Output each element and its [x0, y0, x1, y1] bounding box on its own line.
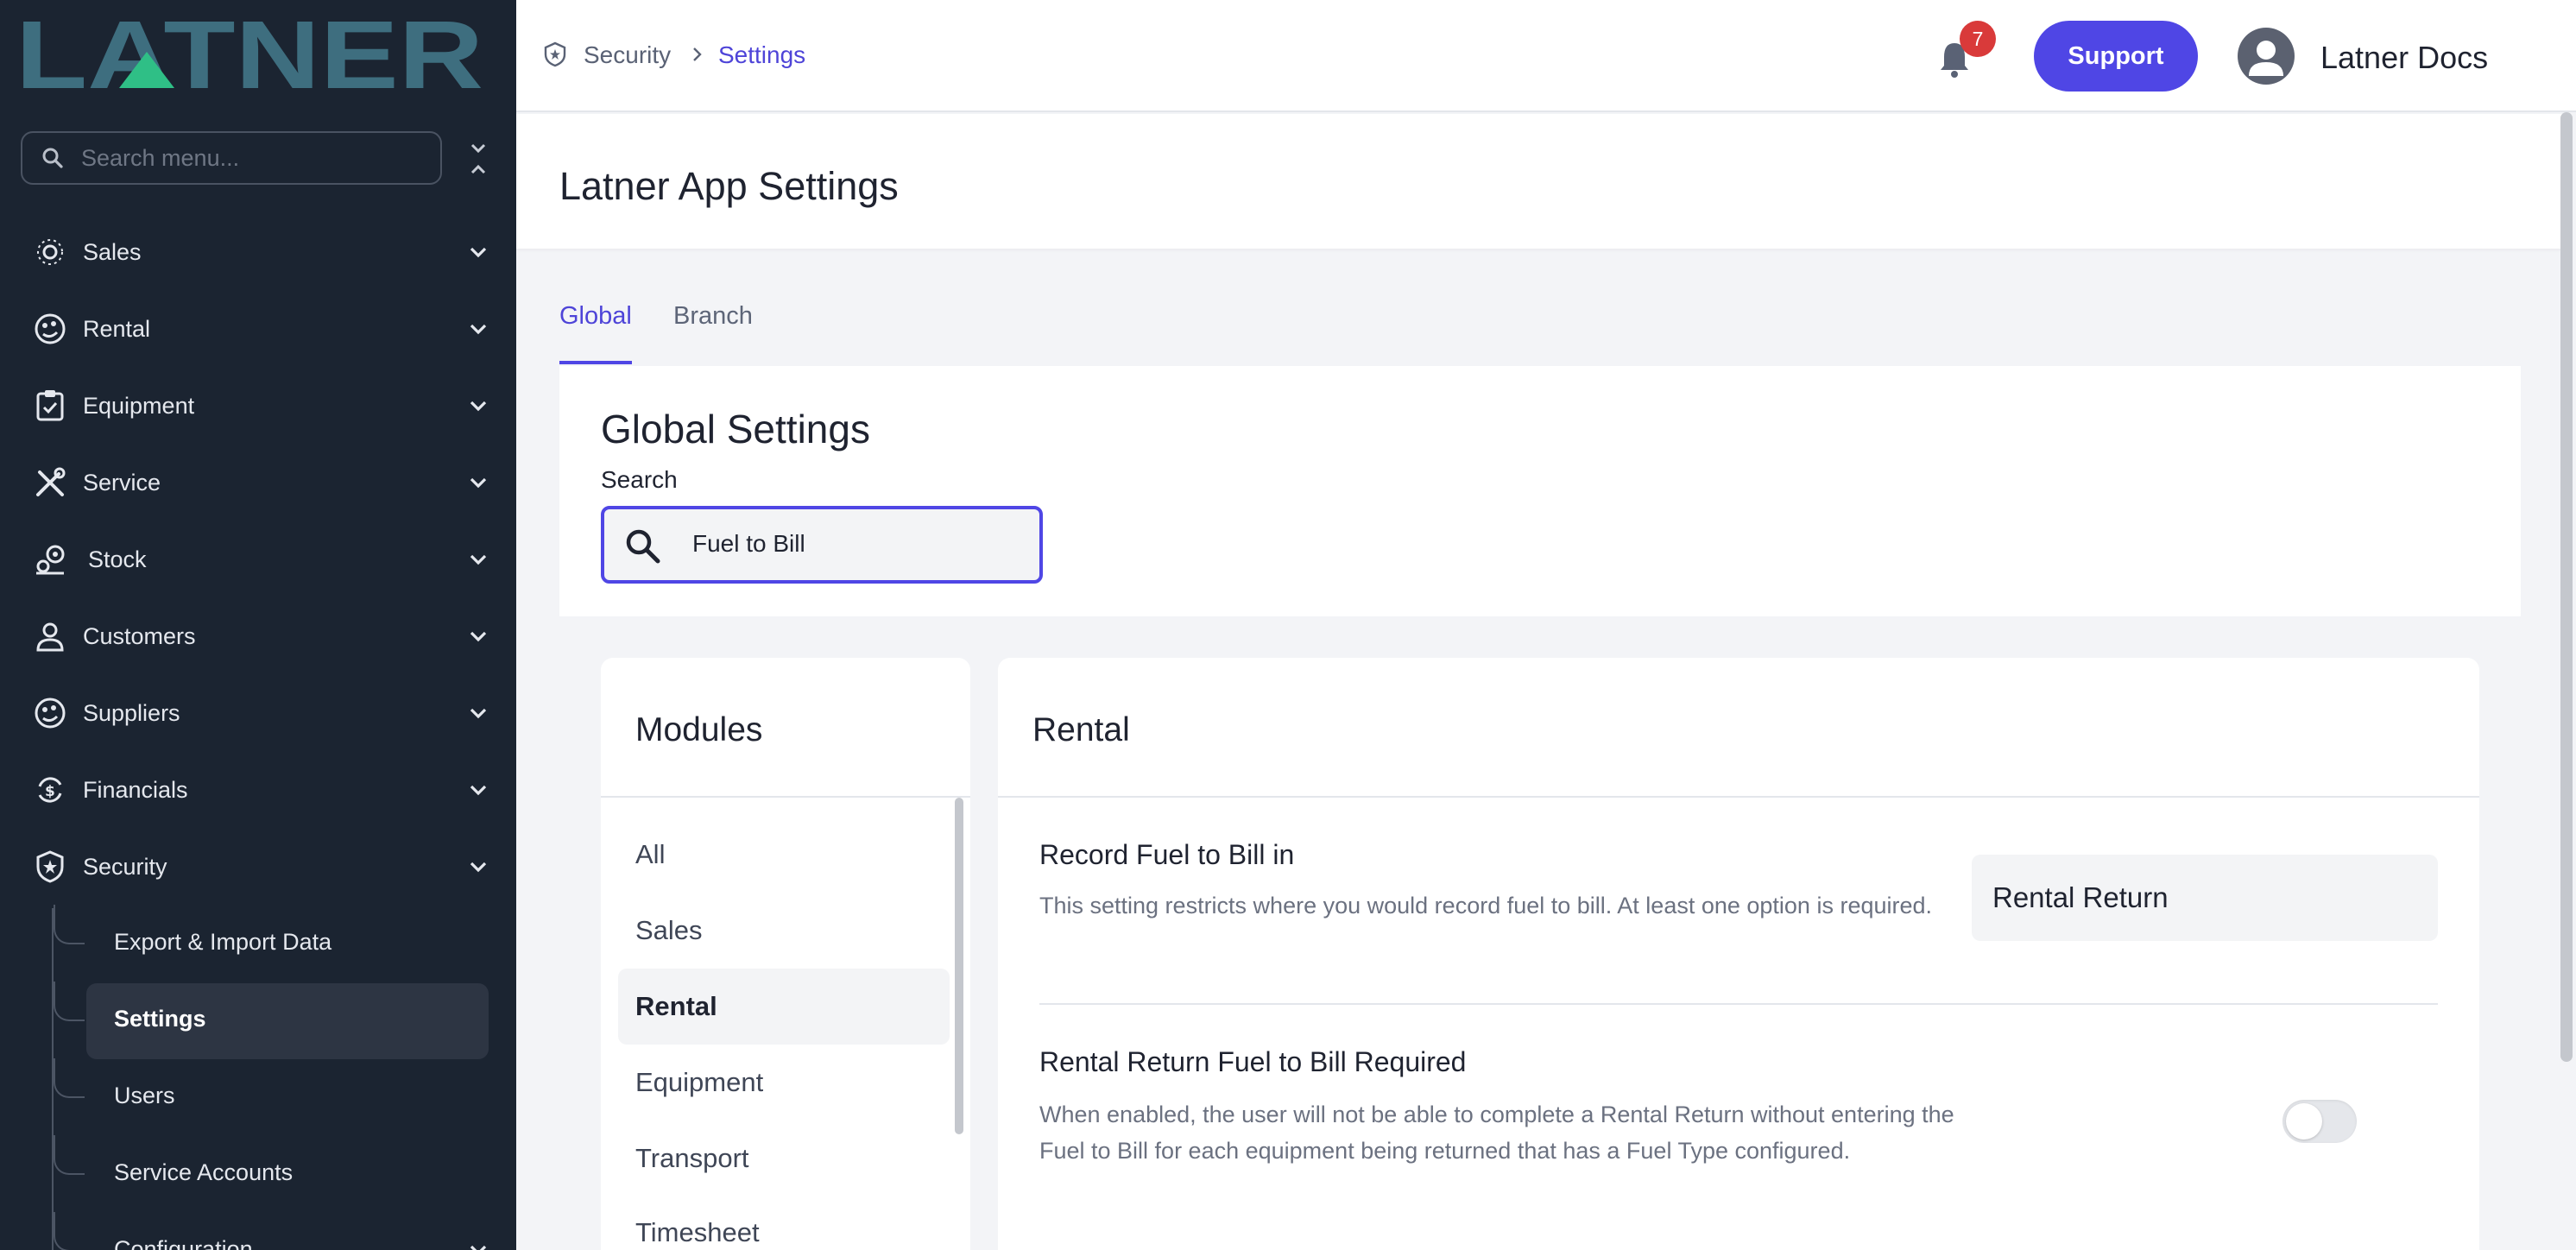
- shield-icon: [544, 41, 566, 67]
- chevron-down-icon: [470, 554, 487, 565]
- settings-search-input[interactable]: [692, 530, 1020, 558]
- financials-icon: $: [31, 771, 69, 809]
- search-icon: [42, 148, 63, 168]
- sidebar-subitem-settings[interactable]: Settings: [54, 982, 516, 1059]
- setting-description: This setting restricts where you would r…: [1039, 893, 1933, 919]
- modules-panel: Modules All Sales Rental Equipment Trans…: [601, 658, 970, 1250]
- sidebar: LATNER Sales Rental Equipment Service St…: [0, 0, 516, 1250]
- sidebar-item-customers[interactable]: Customers: [0, 600, 516, 672]
- module-item-rental[interactable]: Rental: [635, 991, 717, 1022]
- sidebar-item-label: Sales: [83, 238, 142, 265]
- avatar[interactable]: [2238, 28, 2295, 85]
- shield-icon: [31, 848, 69, 886]
- stock-icon: [31, 540, 69, 578]
- sidebar-item-financials[interactable]: $ Financials: [0, 754, 516, 826]
- sidebar-item-stock[interactable]: Stock: [0, 523, 516, 596]
- support-button[interactable]: Support: [2034, 21, 2198, 92]
- fuel-required-toggle[interactable]: [2282, 1100, 2357, 1143]
- chevron-down-icon: [470, 247, 487, 258]
- suppliers-icon: [31, 694, 69, 732]
- sidebar-subitem-label: Service Accounts: [114, 1159, 294, 1185]
- setting-description: When enabled, the user will not be able …: [1039, 1102, 1954, 1164]
- chevron-down-icon: [470, 401, 487, 412]
- setting-title: Record Fuel to Bill in: [1039, 839, 1295, 870]
- customers-icon: [31, 617, 69, 655]
- breadcrumb-security[interactable]: Security: [584, 41, 671, 69]
- module-item-timesheet[interactable]: Timesheet: [635, 1217, 760, 1248]
- sidebar-item-service[interactable]: Service: [0, 446, 516, 519]
- sidebar-item-label: Service: [83, 469, 161, 496]
- sidebar-item-label: Financials: [83, 776, 188, 803]
- logo-text: LATNER: [16, 17, 483, 93]
- record-fuel-select[interactable]: Rental Return: [1972, 855, 2438, 941]
- svg-text:$: $: [45, 783, 55, 800]
- modules-scrollbar[interactable]: [955, 798, 963, 1134]
- chevron-down-icon: [470, 862, 487, 873]
- page-scrollbar[interactable]: [2560, 112, 2573, 1062]
- chevron-down-icon: [470, 477, 487, 489]
- global-settings-title: Global Settings: [601, 407, 870, 451]
- sidebar-subitem-service-accounts[interactable]: Service Accounts: [54, 1135, 516, 1211]
- user-name[interactable]: Latner Docs: [2320, 40, 2488, 76]
- module-item-all[interactable]: All: [635, 839, 665, 870]
- chevron-right-icon: [693, 47, 702, 61]
- chevron-down-icon: [470, 631, 487, 642]
- chevron-down-icon: [470, 708, 487, 719]
- tab-global[interactable]: Global: [559, 302, 632, 331]
- sidebar-item-label: Stock: [88, 546, 147, 572]
- sidebar-item-label: Rental: [83, 315, 151, 342]
- search-label: Search: [601, 466, 678, 493]
- sidebar-item-label: Suppliers: [83, 699, 180, 726]
- page-title: Latner App Settings: [559, 164, 899, 208]
- menu-search-input[interactable]: [81, 144, 426, 172]
- global-settings-card: Global Settings Search: [559, 366, 2521, 616]
- tab-branch[interactable]: Branch: [673, 302, 753, 331]
- chevron-down-icon: [470, 324, 487, 335]
- latner-logo[interactable]: LATNER: [16, 17, 483, 93]
- equipment-icon: [31, 387, 69, 425]
- sidebar-subitem-label: Export & Import Data: [114, 929, 332, 955]
- sidebar-item-rental[interactable]: Rental: [0, 293, 516, 365]
- tab-active-indicator: [559, 361, 632, 364]
- chevron-down-icon: [470, 1245, 487, 1250]
- sidebar-subitem-users[interactable]: Users: [54, 1058, 516, 1134]
- sidebar-subitem-label: Configuration: [114, 1236, 253, 1250]
- module-item-transport[interactable]: Transport: [635, 1143, 749, 1174]
- topbar: Security Settings 7 Support Latner Docs: [516, 0, 2576, 112]
- sidebar-item-sales[interactable]: Sales: [0, 216, 516, 288]
- rental-icon: [31, 310, 69, 348]
- rental-settings-panel: Rental Record Fuel to Bill in This setti…: [998, 658, 2479, 1250]
- service-icon: [31, 464, 69, 502]
- chevron-down-icon: [470, 785, 487, 796]
- search-icon: [626, 529, 660, 564]
- collapse-toggle-icon[interactable]: [463, 140, 494, 178]
- rental-title: Rental: [1032, 711, 1130, 748]
- sidebar-subitem-export-import[interactable]: Export & Import Data: [54, 905, 516, 981]
- sidebar-subitem-configuration[interactable]: Configuration: [54, 1212, 516, 1250]
- notification-badge: 7: [1960, 21, 1996, 57]
- sidebar-item-equipment[interactable]: Equipment: [0, 369, 516, 442]
- sidebar-subitem-label: Settings: [114, 1006, 206, 1032]
- sidebar-item-label: Security: [83, 853, 167, 880]
- sales-icon: [31, 233, 69, 271]
- sidebar-item-label: Customers: [83, 622, 196, 649]
- modules-title: Modules: [635, 711, 763, 748]
- breadcrumb-settings[interactable]: Settings: [718, 41, 805, 69]
- sidebar-item-security[interactable]: Security: [0, 830, 516, 903]
- sidebar-item-suppliers[interactable]: Suppliers: [0, 677, 516, 749]
- page-header: Latner App Settings: [516, 114, 2562, 249]
- settings-search-box[interactable]: [601, 506, 1043, 584]
- sidebar-subitem-label: Users: [114, 1083, 175, 1108]
- sidebar-item-label: Equipment: [83, 392, 195, 419]
- module-item-sales[interactable]: Sales: [635, 915, 703, 946]
- menu-search-box[interactable]: [21, 131, 442, 185]
- module-item-equipment[interactable]: Equipment: [635, 1067, 763, 1098]
- setting-title: Rental Return Fuel to Bill Required: [1039, 1046, 1467, 1077]
